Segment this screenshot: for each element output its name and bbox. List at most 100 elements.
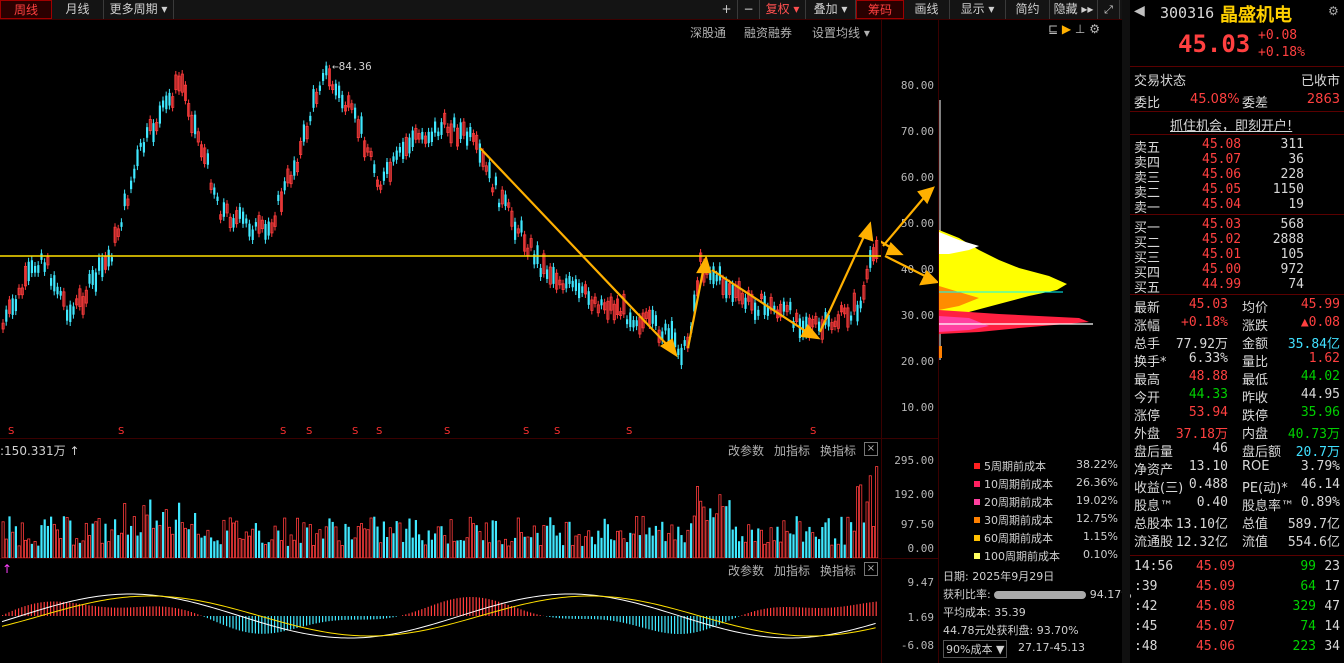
macd-bar [773, 607, 775, 616]
tab-weekly[interactable]: 周线 [0, 0, 52, 19]
link-sz-connect[interactable]: 深股通 [690, 24, 726, 41]
volume-bar [507, 545, 511, 558]
volume-bar [434, 533, 437, 558]
asks-level[interactable]: 卖四 45.07 36 [1134, 152, 1340, 171]
asks-level[interactable]: 卖三 45.06 228 [1134, 167, 1340, 186]
bids-level[interactable]: 买一 45.03 568 [1134, 217, 1340, 236]
macd-bar [565, 616, 567, 619]
candle [334, 83, 337, 96]
macd-bar [568, 616, 570, 619]
candle [88, 273, 91, 284]
simple-button[interactable]: 简约 [1006, 0, 1050, 19]
volume-bar [868, 475, 872, 558]
vol-change-indicator[interactable]: 换指标 [820, 442, 856, 459]
signal-marker: S [118, 426, 124, 437]
macd-bar [421, 609, 423, 616]
overlay-button[interactable]: 叠加 ▾ [806, 0, 856, 19]
asks-level[interactable]: 卖二 45.05 1150 [1134, 182, 1340, 201]
hide-button[interactable]: 隐藏 ▸▸ [1050, 0, 1098, 19]
vol-add-indicator[interactable]: 加指标 [774, 442, 810, 459]
macd-bar [520, 609, 522, 616]
macd-bar [466, 597, 468, 616]
volume-bar [190, 523, 194, 558]
volume-bar [167, 526, 171, 558]
tab-monthly[interactable]: 月线 [52, 0, 104, 19]
macd-bar [478, 597, 480, 616]
volume-bar [132, 516, 136, 558]
signal-marker: S [444, 426, 450, 437]
candle [712, 266, 715, 285]
bids-level[interactable]: 买三 45.01 105 [1134, 247, 1340, 266]
macd-bar [110, 607, 112, 616]
macd-bar [411, 612, 413, 616]
collapse-icon[interactable]: ◀ [1134, 3, 1145, 19]
vol-edit-params[interactable]: 改参数 [728, 442, 764, 459]
volume-bar [46, 525, 49, 558]
toolbar-icons[interactable]: ⊑ ▶ ⊥ ⚙ [1048, 22, 1100, 36]
volume-bar [846, 516, 850, 558]
expand-icon[interactable]: ⤢ [1098, 0, 1120, 19]
volume-bar [824, 522, 827, 558]
panel-scrollbar[interactable] [1122, 0, 1130, 663]
macd-bar [27, 605, 29, 616]
ma-settings-link[interactable]: 设置均线 ▾ [812, 24, 870, 41]
macd-bar [670, 616, 672, 634]
chip-distribution[interactable] [939, 100, 1122, 360]
macd-bar [181, 609, 183, 616]
candle [574, 279, 577, 292]
chip-button[interactable]: 筹码 [856, 0, 904, 19]
macd-bar [30, 604, 32, 616]
macd-bar [354, 616, 356, 620]
macd-bar [53, 601, 55, 616]
candle [309, 115, 312, 122]
open-account-link[interactable]: 抓住机会，即刻开户! [1170, 115, 1292, 134]
link-margin[interactable]: 融资融券 [744, 24, 792, 41]
volume-bar [65, 517, 69, 558]
zoom-in-button[interactable]: + [716, 0, 738, 19]
volume-bar [821, 527, 824, 558]
settings-icon[interactable]: ⚙ [1328, 4, 1339, 18]
candlestick-chart[interactable]: ←84.36 S S S S S S S S S S S [0, 40, 881, 438]
volume-bar [475, 525, 478, 558]
adjust-button[interactable]: 复权 ▾ [760, 0, 806, 19]
candle [338, 85, 341, 98]
volume-bar [484, 522, 488, 558]
tab-more-periods[interactable]: 更多周期 ▾ [104, 0, 174, 19]
macd-bar [843, 606, 845, 616]
bids-level[interactable]: 买四 45.00 972 [1134, 262, 1340, 281]
draw-line-button[interactable]: 画线 [904, 0, 950, 19]
macd-bar [472, 597, 474, 616]
zoom-out-button[interactable]: − [738, 0, 760, 19]
volume-bar [114, 519, 117, 558]
candle [651, 309, 654, 324]
asks-level[interactable]: 卖五 45.08 311 [1134, 137, 1340, 156]
candle [248, 223, 251, 237]
annotation-arrows[interactable] [479, 147, 874, 358]
bids-level[interactable]: 买二 45.02 2888 [1134, 232, 1340, 251]
volume-bar [263, 544, 267, 558]
macd-chart[interactable] [0, 572, 881, 663]
macd-bar [200, 615, 202, 616]
macd-bar [779, 607, 781, 616]
candle [34, 265, 37, 273]
macd-bar [235, 616, 237, 630]
macd-bar [155, 606, 157, 616]
macd-bar [373, 616, 375, 620]
macd-bar [600, 616, 602, 620]
macd-bar [866, 602, 868, 616]
volume-bar [126, 534, 129, 558]
trade-status: 交易状态 已收市 [1134, 74, 1340, 89]
macd-bar [344, 616, 346, 620]
volume-bar [386, 536, 389, 558]
volume-chart[interactable] [0, 458, 881, 558]
macd-bar [117, 607, 119, 616]
signal-marker: S [810, 426, 816, 437]
display-button[interactable]: 显示 ▾ [950, 0, 1006, 19]
asks-level[interactable]: 卖一 45.04 19 [1134, 197, 1340, 216]
macd-bar [782, 607, 784, 616]
macd-bar [139, 606, 141, 616]
bids-level[interactable]: 买五 44.99 74 [1134, 277, 1340, 296]
vol-close-icon[interactable]: × [864, 442, 878, 456]
cost-select[interactable]: 90%成本 ▼ [943, 640, 1008, 658]
volume-bar [292, 539, 296, 558]
